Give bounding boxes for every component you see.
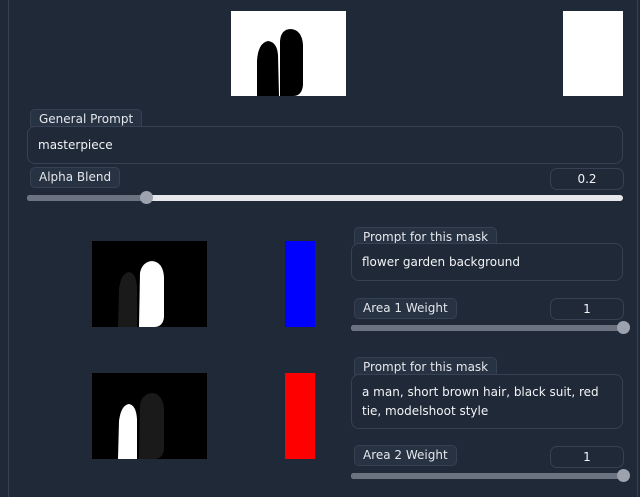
area-2-weight-thumb[interactable] (617, 469, 630, 482)
area-1-weight-slider[interactable] (351, 321, 630, 334)
area-2-weight-fill (351, 473, 623, 479)
area-1-weight-label: Area 1 Weight (354, 298, 457, 319)
general-prompt-input[interactable]: masterpiece (27, 126, 623, 164)
alpha-blend-slider[interactable] (27, 191, 623, 204)
area-1-prompt-input[interactable]: flower garden background (351, 243, 623, 281)
composite-mask-image (231, 11, 346, 96)
area-2-weight-value[interactable]: 1 (550, 446, 624, 468)
white-preview-image (563, 11, 623, 96)
alpha-blend-value[interactable]: 0.2 (550, 168, 624, 190)
area-1-weight-value[interactable]: 1 (550, 298, 624, 320)
area-1-weight-thumb[interactable] (617, 321, 630, 334)
area-2-color-swatch (285, 373, 315, 459)
area-2-weight-slider[interactable] (351, 469, 630, 482)
area-2-weight-label: Area 2 Weight (354, 445, 457, 466)
alpha-blend-label: Alpha Blend (30, 167, 121, 188)
area-1-color-swatch (285, 241, 315, 327)
area-1-mask-image (92, 241, 207, 327)
area-2-mask-image (92, 373, 207, 459)
area-2-prompt-input[interactable]: a man, short brown hair, black suit, red… (351, 374, 623, 429)
alpha-blend-fill (27, 195, 147, 201)
area-1-weight-fill (351, 325, 623, 331)
